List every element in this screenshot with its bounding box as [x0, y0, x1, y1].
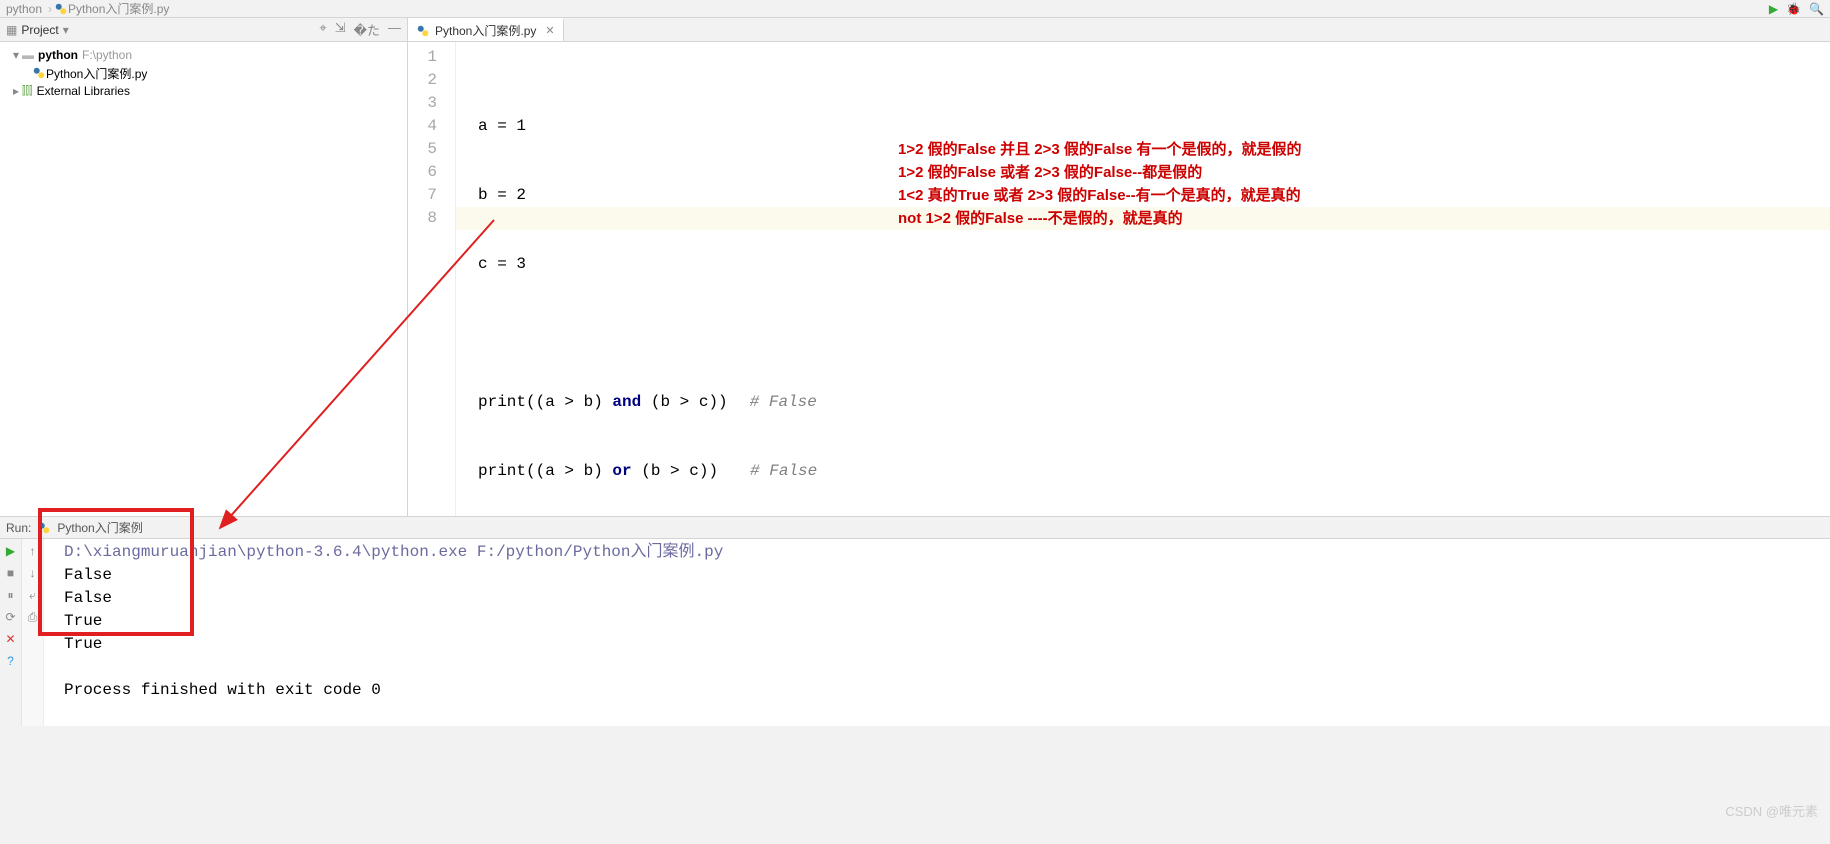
line-number: 4	[408, 115, 437, 138]
project-panel-title[interactable]: Project	[21, 23, 58, 37]
project-tool-window: ▦ Project ▾ ⌖ ⇲ �た ― ▾ ▬ python F:\pytho…	[0, 18, 408, 516]
run-header-label: Run:	[6, 521, 31, 535]
folder-icon: ▬	[22, 48, 34, 62]
console-output-line: False	[64, 587, 1830, 610]
annotation-text: 1<2 真的True 或者 2>3 假的False--有一个是真的，就是真的	[898, 184, 1301, 207]
project-panel-header: ▦ Project ▾ ⌖ ⇲ �た ―	[0, 18, 407, 42]
line-number: 8	[408, 207, 437, 230]
console-exit-line: Process finished with exit code 0	[64, 679, 1830, 702]
run-config-name[interactable]: Python入门案例	[57, 519, 142, 536]
code-line	[478, 322, 1830, 345]
run-console[interactable]: D:\xiangmuruanjian\python-3.6.4\python.e…	[44, 539, 1830, 726]
up-icon[interactable]: ↑	[25, 543, 41, 559]
line-number: 7	[408, 184, 437, 207]
annotation-text: 1>2 假的False 并且 2>3 假的False 有一个是假的，就是假的	[898, 138, 1301, 161]
help-button[interactable]: ?	[3, 653, 19, 669]
project-file-node[interactable]: Python入门案例.py	[4, 64, 407, 82]
line-number: 5	[408, 138, 437, 161]
code-line: c = 3	[478, 253, 1830, 276]
project-root-path: F:\python	[82, 48, 132, 62]
chevron-right-icon: ›	[48, 2, 52, 16]
breadcrumb-file[interactable]: Python入门案例.py	[68, 0, 169, 17]
hide-panel-icon[interactable]: ―	[388, 20, 401, 39]
search-icon[interactable]: 🔍	[1809, 2, 1824, 16]
down-icon[interactable]: ↓	[25, 565, 41, 581]
code-content[interactable]: a = 1 b = 2 c = 3 print((a > b) and (b >…	[456, 42, 1830, 516]
debug-button-top[interactable]: 🐞	[1786, 2, 1801, 16]
code-editor[interactable]: 1 2 3 4 5 6 7 8 a = 1 b = 2 c = 3 print(…	[408, 42, 1830, 516]
run-button-top[interactable]: ▶	[1769, 2, 1778, 16]
gear-icon[interactable]: �た	[354, 20, 380, 39]
run-panel-header: Run: Python入门案例	[0, 517, 1830, 539]
expand-chevron-icon[interactable]: ▸	[10, 84, 22, 98]
stop-button[interactable]: ■	[3, 565, 19, 581]
python-file-icon	[32, 66, 46, 80]
code-line: a = 1	[478, 115, 1830, 138]
dropdown-chevron-icon[interactable]: ▾	[63, 23, 69, 37]
watermark-text: CSDN @唯元素	[1725, 801, 1818, 820]
external-libraries-node[interactable]: ▸ ⫿⫿⫿ External Libraries	[4, 82, 407, 100]
run-toolbar-secondary: ↑ ↓ ⤶ ⎙	[22, 539, 44, 726]
editor-tab-label: Python入门案例.py	[435, 22, 536, 39]
project-root-node[interactable]: ▾ ▬ python F:\python	[4, 46, 407, 64]
project-file-label: Python入门案例.py	[46, 65, 147, 82]
breadcrumb-root[interactable]: python	[6, 2, 42, 16]
line-number-gutter: 1 2 3 4 5 6 7 8	[408, 42, 456, 516]
code-line: print((a > b) and (b > c))# False	[478, 391, 1830, 414]
console-output-line: False	[64, 564, 1830, 587]
run-tool-window: Run: Python入门案例 ▶ ■ ⏸ ⟳ ✕ ? ↑ ↓ ⤶ ⎙ D:\x…	[0, 516, 1830, 726]
project-view-icon: ▦	[6, 23, 17, 37]
project-root-label: python	[38, 48, 78, 62]
close-run-button[interactable]: ✕	[3, 631, 19, 647]
python-file-icon	[416, 24, 430, 38]
line-number: 1	[408, 46, 437, 69]
library-icon: ⫿⫿⫿	[22, 85, 33, 98]
editor-tab-bar: Python入门案例.py ✕	[408, 18, 1830, 42]
breadcrumb-bar: python › Python入门案例.py ▶ 🐞 🔍	[0, 0, 1830, 18]
editor-area: Python入门案例.py ✕ 1 2 3 4 5 6 7 8 a = 1 b …	[408, 18, 1830, 516]
line-number: 3	[408, 92, 437, 115]
annotation-text: not 1>2 假的False ----不是假的，就是真的	[898, 207, 1183, 230]
line-number: 6	[408, 161, 437, 184]
external-libraries-label: External Libraries	[37, 84, 130, 98]
restart-button[interactable]: ⟳	[3, 609, 19, 625]
pause-button[interactable]: ⏸	[3, 587, 19, 603]
expand-chevron-icon[interactable]: ▾	[10, 48, 22, 62]
rerun-button[interactable]: ▶	[3, 543, 19, 559]
console-output-line: True	[64, 610, 1830, 633]
line-number: 2	[408, 69, 437, 92]
python-file-icon	[54, 2, 68, 16]
project-tree[interactable]: ▾ ▬ python F:\python Python入门案例.py ▸ ⫿⫿⫿…	[0, 42, 407, 516]
code-line: print((a > b) or (b > c))# False	[478, 460, 1830, 483]
editor-tab-active[interactable]: Python入门案例.py ✕	[408, 18, 564, 41]
python-file-icon	[37, 521, 51, 535]
print-icon[interactable]: ⎙	[25, 609, 41, 625]
console-output-line: True	[64, 633, 1830, 656]
locate-icon[interactable]: ⌖	[319, 20, 326, 39]
close-tab-icon[interactable]: ✕	[545, 24, 554, 37]
run-toolbar: ▶ ■ ⏸ ⟳ ✕ ?	[0, 539, 22, 726]
soft-wrap-icon[interactable]: ⤶	[25, 587, 41, 603]
annotation-text: 1>2 假的False 或者 2>3 假的False--都是假的	[898, 161, 1202, 184]
console-command-line: D:\xiangmuruanjian\python-3.6.4\python.e…	[64, 541, 1830, 564]
collapse-all-icon[interactable]: ⇲	[335, 20, 346, 39]
